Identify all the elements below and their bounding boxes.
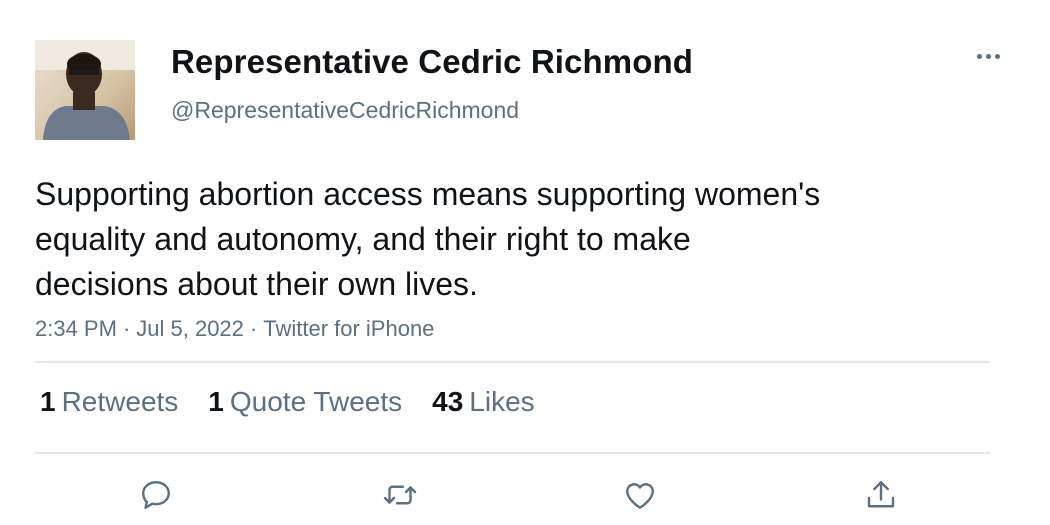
tweet-text: Supporting abortion access means support… bbox=[35, 176, 821, 302]
avatar[interactable] bbox=[35, 40, 135, 140]
quote-tweets-stat[interactable]: 1 Quote Tweets bbox=[208, 386, 402, 418]
author-handle[interactable]: @RepresentativeCedricRichmond bbox=[171, 97, 519, 124]
tweet-source[interactable]: Twitter for iPhone bbox=[263, 316, 434, 341]
retweets-label: Retweets bbox=[61, 386, 179, 417]
action-bar bbox=[0, 470, 1050, 520]
divider bbox=[35, 361, 990, 363]
author-name[interactable]: Representative Cedric Richmond bbox=[171, 43, 693, 81]
retweet-icon[interactable] bbox=[375, 470, 425, 520]
divider bbox=[35, 452, 990, 454]
reply-icon[interactable] bbox=[131, 470, 181, 520]
quote-tweets-label: Quote Tweets bbox=[229, 386, 403, 417]
retweets-count: 1 bbox=[40, 386, 56, 417]
share-icon[interactable] bbox=[856, 470, 906, 520]
likes-label: Likes bbox=[469, 386, 535, 417]
tweet-card: Representative Cedric Richmond @Represen… bbox=[0, 0, 1050, 525]
tweet-meta: 2:34 PM · Jul 5, 2022 · Twitter for iPhone bbox=[35, 316, 434, 342]
likes-stat[interactable]: 43 Likes bbox=[432, 386, 535, 418]
tweet-stats: 1 Retweets 1 Quote Tweets 43 Likes bbox=[40, 386, 565, 418]
quote-tweets-count: 1 bbox=[208, 386, 224, 417]
tweet-time[interactable]: 2:34 PM bbox=[35, 316, 117, 341]
retweets-stat[interactable]: 1 Retweets bbox=[40, 386, 178, 418]
meta-separator: · bbox=[249, 316, 258, 341]
meta-separator: · bbox=[122, 316, 131, 341]
more-options-icon[interactable] bbox=[968, 42, 1008, 70]
like-icon[interactable] bbox=[615, 470, 665, 520]
likes-count: 43 bbox=[432, 386, 464, 417]
tweet-date[interactable]: Jul 5, 2022 bbox=[136, 316, 244, 341]
